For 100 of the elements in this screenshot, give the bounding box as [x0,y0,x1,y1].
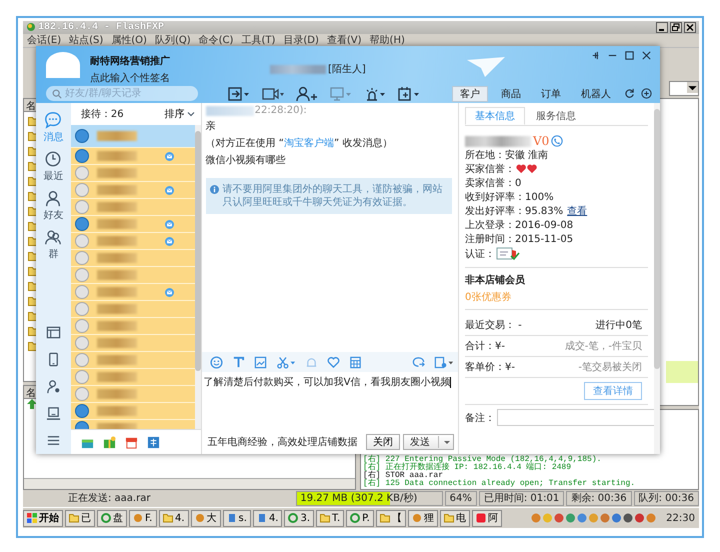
alarm-icon[interactable] [364,86,386,102]
contact-row[interactable] [70,267,195,284]
note-field[interactable] [497,409,654,426]
panel-tab[interactable]: 机器人 [574,86,618,102]
contact-row[interactable] [70,352,195,369]
nav-item[interactable]: 最近 [43,150,64,183]
contact-row[interactable] [70,403,195,420]
view-link[interactable]: 查看 [567,206,588,217]
contact-row[interactable] [70,148,195,165]
menu-item[interactable]: 命令(C) [198,33,234,48]
screen-share-icon[interactable] [330,86,352,102]
contact-row[interactable] [70,284,195,301]
refresh-icon[interactable] [624,88,635,99]
contact-row[interactable] [70,301,195,318]
document-settings-icon[interactable] [434,356,454,368]
menu-item[interactable]: 站点(S) [69,33,104,48]
contact-row[interactable] [70,335,195,352]
menu-item[interactable]: 会话(E) [27,33,62,48]
add-user-icon[interactable] [296,86,318,102]
panel-tab[interactable]: 订单 [534,86,568,102]
close-icon[interactable] [684,22,696,33]
taskbar-button[interactable]: 盘 [97,510,127,527]
panel-tab[interactable]: 商品 [494,86,528,102]
close-button[interactable]: 关闭 [366,434,400,450]
nav-item[interactable]: 好友 [43,189,64,222]
close-icon[interactable] [641,50,652,61]
taskbar-button[interactable]: 阿 [472,510,502,527]
taskbar-button[interactable]: 3. [284,510,314,527]
taskbar-button[interactable]: 狸 [408,510,438,527]
file-transfer-icon[interactable] [228,86,250,102]
stat-value: 进行中0笔 [596,318,642,332]
pin-icon[interactable] [590,50,601,61]
restore-icon[interactable] [670,22,682,33]
calendar-add-icon[interactable] [398,86,420,102]
taskbar-button[interactable]: P. [346,510,374,527]
info-tab[interactable]: 服务信息 [527,107,585,125]
taskbar-button[interactable]: 已 [65,510,95,527]
video-icon[interactable] [262,86,284,102]
scrollbar[interactable] [654,103,660,454]
window-icon[interactable] [46,325,61,340]
blurred-name [96,372,137,382]
bell-icon[interactable] [304,356,318,368]
taskbar-button[interactable]: 大 [190,510,221,527]
image-icon[interactable] [254,356,267,368]
menu-item[interactable]: 队列(Q) [154,33,191,48]
chat-forward-icon[interactable] [412,356,425,368]
contact-row[interactable] [70,182,195,199]
signature-text[interactable]: 点此输入个性签名 [90,71,170,85]
contact-row[interactable] [70,369,195,386]
scissors-icon[interactable] [276,356,296,368]
taskbar-button[interactable]: 4. [252,510,282,527]
user-settings-icon[interactable] [46,379,61,394]
minimize-icon[interactable] [656,22,668,33]
level-label: V0 [533,134,550,148]
percent-text: 64% [444,491,477,506]
folder-icon [69,513,79,524]
taskbar-button[interactable]: 4. [159,510,189,527]
menu-item[interactable]: 查看(V) [326,33,362,48]
contact-row[interactable] [70,386,195,403]
contact-row[interactable] [70,250,195,267]
sort-button[interactable]: 排序 [164,107,195,121]
nav-item[interactable]: 群 [44,228,62,261]
phone-call-icon[interactable] [551,135,564,147]
horizontal-scrollbar[interactable] [24,478,355,490]
send-button[interactable]: 发送 [403,434,454,450]
contact-row[interactable] [70,125,195,148]
contact-row[interactable] [70,233,195,250]
path-dropdown[interactable] [669,80,699,96]
contact-row[interactable] [70,216,195,233]
menu-item[interactable]: 目录(D) [283,33,319,48]
emoji-icon[interactable] [210,356,223,368]
shop-icon[interactable] [124,436,138,448]
client-link[interactable]: 淘宝客户端 [284,138,334,149]
message-input[interactable]: 了解清楚后付款购买，可以加我V信，看我朋友圈小视频 [202,372,458,430]
menu-icon[interactable] [46,433,61,448]
start-button[interactable]: 开始 [23,510,63,527]
taskbar-button[interactable]: F. [129,510,157,527]
calculator-icon[interactable] [348,356,362,368]
contact-row[interactable] [70,199,195,216]
add-icon[interactable] [641,88,652,99]
taskbar-button[interactable]: s. [222,510,251,527]
menu-item[interactable]: 属性(O) [111,33,147,48]
panel-tab[interactable]: 客户 [452,86,488,102]
maximize-icon[interactable] [624,50,635,61]
contact-row[interactable] [70,165,195,182]
avatar[interactable] [46,52,80,78]
contact-row[interactable] [70,318,195,335]
taskbar-button[interactable]: 【 [376,510,406,527]
caret-icon[interactable] [443,438,451,446]
blurred-name [96,185,137,195]
membership-text: 非本店铺会员 [465,273,526,287]
menu-item[interactable]: 工具(T) [241,33,276,48]
computer-icon[interactable] [46,406,61,421]
font-icon[interactable] [232,356,245,368]
grid-app-icon[interactable] [146,436,160,448]
search-field[interactable]: 好友/群/聊天记录 [46,86,198,101]
taskbar-button[interactable]: T. [316,510,344,527]
heart-icon[interactable] [326,356,340,368]
taskbar-button[interactable]: 电 [440,510,470,527]
menu-item[interactable]: 帮助(H) [370,33,405,48]
